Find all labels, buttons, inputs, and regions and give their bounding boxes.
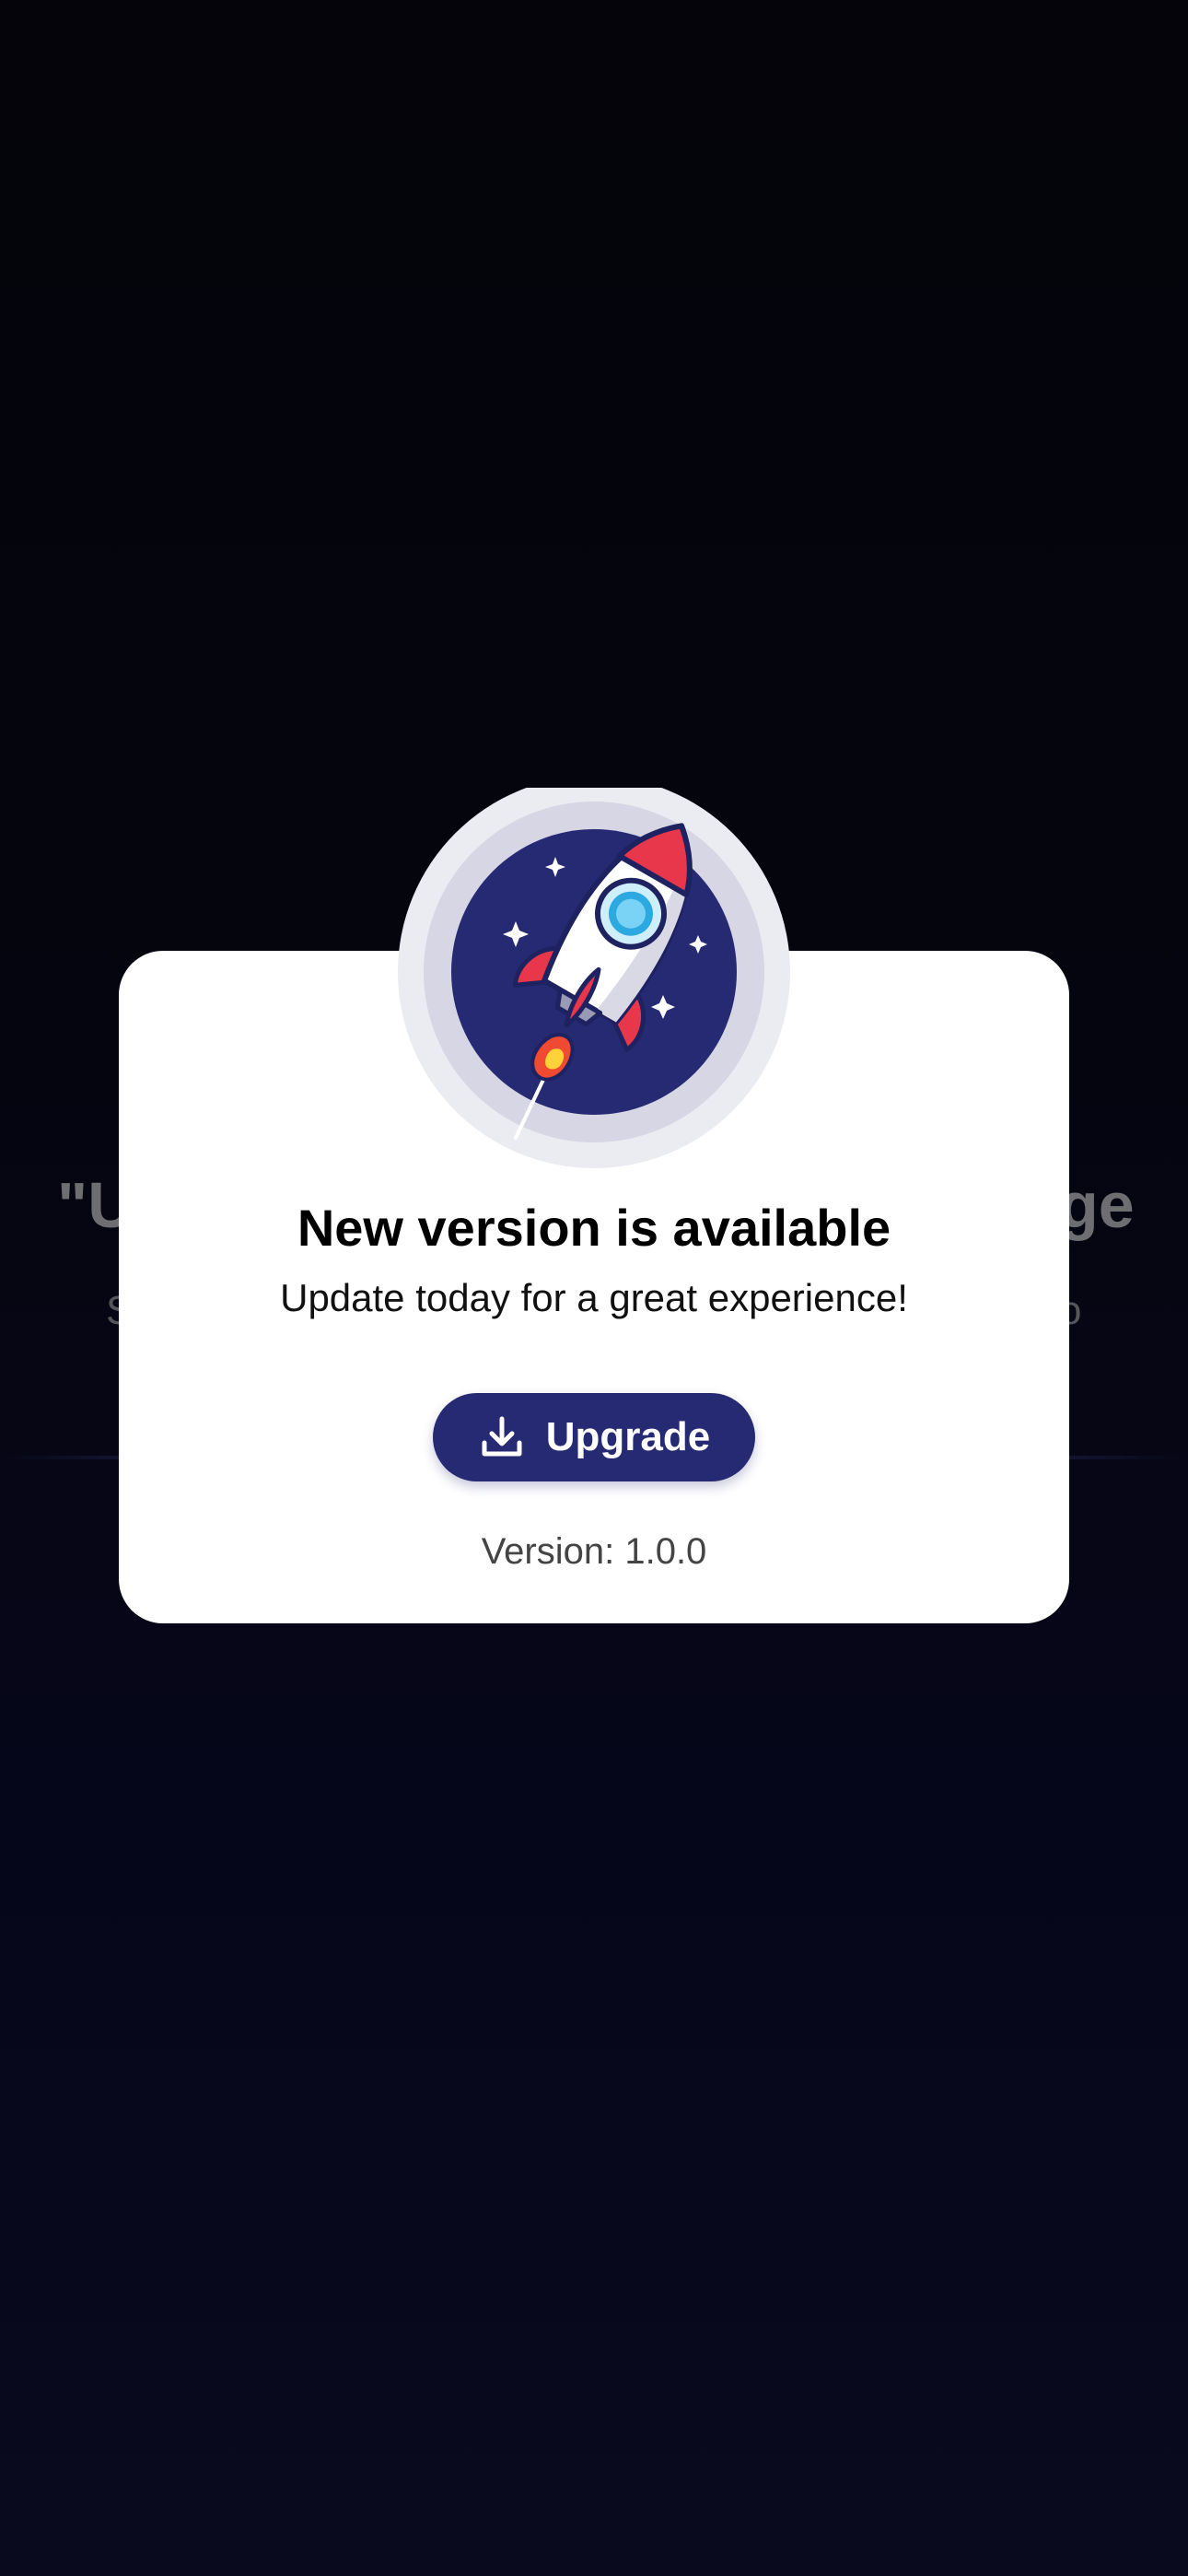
upgrade-button[interactable]: Upgrade — [433, 1393, 755, 1481]
download-icon — [478, 1413, 526, 1461]
background-headline-right: ge — [1059, 1169, 1135, 1241]
screen: "U ge S o — [0, 0, 1188, 2576]
dialog-title: New version is available — [297, 1199, 891, 1257]
version-label: Version: 1.0.0 — [481, 1531, 707, 1572]
upgrade-button-label: Upgrade — [545, 1414, 711, 1459]
rocket-icon — [396, 776, 792, 1184]
dialog-subtitle: Update today for a great experience! — [280, 1276, 908, 1319]
